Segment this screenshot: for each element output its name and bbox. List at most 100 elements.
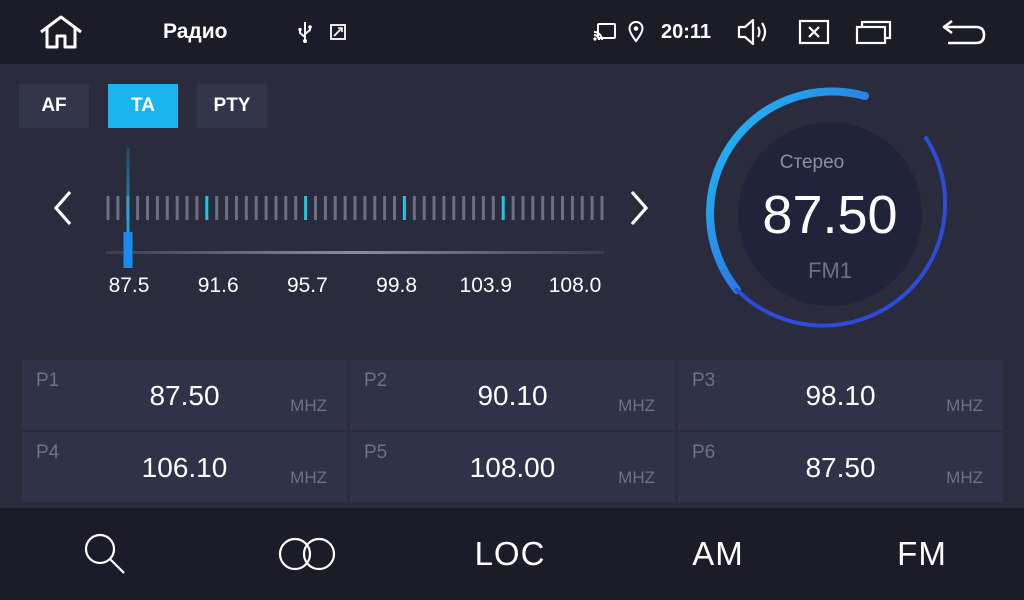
scale-tick <box>185 196 189 220</box>
scale-tick <box>284 196 288 220</box>
scale-tick <box>175 196 179 220</box>
cast-icon <box>593 23 616 41</box>
current-frequency: 87.50 <box>762 185 898 245</box>
band-label: FM1 <box>808 258 852 283</box>
scale-tick <box>402 196 406 220</box>
scale-tick <box>481 196 485 220</box>
scale-tick <box>234 196 238 220</box>
chevron-right-icon <box>630 190 649 226</box>
preset-unit: MHZ <box>618 468 655 487</box>
scale-tick <box>323 196 327 220</box>
scale-tick <box>333 196 337 220</box>
scale-tick <box>155 196 159 220</box>
scale-tick <box>264 196 268 220</box>
pty-button[interactable]: PTY <box>197 84 267 128</box>
scale-tick <box>294 196 298 220</box>
am-button[interactable]: AM <box>678 508 758 600</box>
preset-unit: MHZ <box>946 468 983 487</box>
screen-capture-icon <box>330 24 346 40</box>
scale-tick <box>343 196 347 220</box>
af-button[interactable]: AF <box>19 84 89 128</box>
page-title: Радио <box>163 20 228 43</box>
scale-tick <box>244 196 248 220</box>
preset-unit: MHZ <box>946 396 983 415</box>
scale-label: 87.5 <box>108 274 150 297</box>
stereo-button[interactable] <box>262 508 352 600</box>
scale-tick <box>373 196 377 220</box>
scale-tick <box>452 196 456 220</box>
scale-tick <box>432 196 436 220</box>
scale-tick <box>570 196 574 220</box>
scale-label: 108.0 <box>548 274 602 297</box>
preset-unit: MHZ <box>618 396 655 415</box>
screenshot-status <box>327 0 349 64</box>
scale-tick <box>491 196 495 220</box>
scale-label: 91.6 <box>197 274 239 297</box>
scale-tick <box>501 196 505 220</box>
scale-baseline <box>106 251 604 254</box>
scale-tick <box>412 196 416 220</box>
scale-tick <box>165 196 169 220</box>
location-status <box>626 0 646 64</box>
usb-status <box>294 0 316 64</box>
seek-next-button[interactable] <box>624 186 654 230</box>
scale-tick <box>393 196 396 220</box>
scale-tick <box>383 196 387 220</box>
scale-tick <box>551 196 555 220</box>
clock: 20:11 <box>661 21 712 43</box>
close-icon <box>798 19 830 45</box>
preset-unit: MHZ <box>290 468 327 487</box>
needle-knob[interactable] <box>123 232 133 268</box>
preset-3[interactable]: P3 98.10 MHZ <box>678 360 1003 430</box>
scale-tick <box>422 196 426 220</box>
preset-4[interactable]: P4 106.10 MHZ <box>22 432 347 502</box>
volume-icon <box>737 18 767 46</box>
ta-button[interactable]: TA <box>108 84 178 128</box>
scale-tick <box>215 196 219 220</box>
scale-tick <box>106 196 110 220</box>
scale-tick <box>225 196 229 220</box>
search-icon <box>84 533 125 574</box>
home-button[interactable] <box>30 0 92 64</box>
scale-label: 103.9 <box>459 274 513 297</box>
scale-tick <box>442 196 446 220</box>
scale-tick <box>462 196 466 220</box>
scale-tick <box>472 196 476 220</box>
scale-tick <box>116 196 120 220</box>
back-button[interactable] <box>938 0 990 64</box>
scale-tick <box>580 196 584 220</box>
scale-tick <box>541 196 545 220</box>
volume-button[interactable] <box>734 0 774 64</box>
preset-unit: MHZ <box>290 396 327 415</box>
scale-tick <box>146 196 149 220</box>
scale-tick <box>561 196 564 220</box>
scale-tick <box>274 196 278 220</box>
preset-6[interactable]: P6 87.50 MHZ <box>678 432 1003 502</box>
scale-tick <box>600 196 604 220</box>
tuning-needle[interactable] <box>123 148 133 268</box>
chevron-left-icon <box>53 190 72 226</box>
preset-5[interactable]: P5 108.00 MHZ <box>350 432 675 502</box>
stereo-label: Стерео <box>779 152 845 173</box>
scale-tick <box>205 196 209 220</box>
seek-prev-button[interactable] <box>48 186 78 230</box>
windows-icon <box>855 20 892 45</box>
scale-tick <box>531 196 535 220</box>
scale-tick <box>521 196 525 220</box>
frequency-scale[interactable] <box>100 140 610 270</box>
cast-status <box>592 0 618 64</box>
preset-2[interactable]: P2 90.10 MHZ <box>350 360 675 430</box>
scale-tick <box>136 196 140 220</box>
fm-button[interactable]: FM <box>882 508 962 600</box>
stereo-icon <box>278 537 336 571</box>
scale-ticks <box>106 196 604 220</box>
preset-1[interactable]: P1 87.50 MHZ <box>22 360 347 430</box>
loc-button[interactable]: LOC <box>462 508 558 600</box>
scale-tick <box>590 196 594 220</box>
close-button[interactable] <box>796 0 832 64</box>
recent-apps-button[interactable] <box>854 0 894 64</box>
scale-tick <box>511 196 515 220</box>
search-button[interactable] <box>60 508 150 600</box>
scale-tick <box>254 196 258 220</box>
scale-tick <box>363 196 367 220</box>
